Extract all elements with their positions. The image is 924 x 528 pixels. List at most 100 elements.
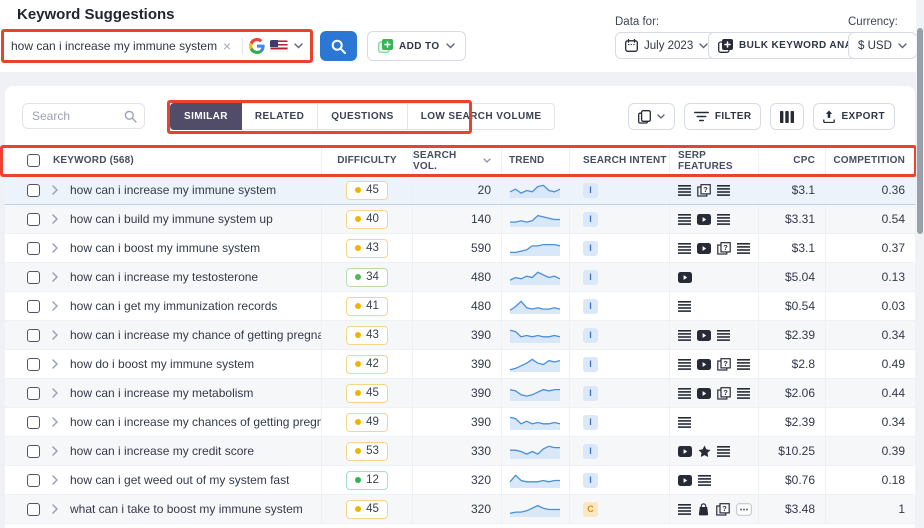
column-header-cpc[interactable]: CPC [758, 146, 825, 175]
tab-related[interactable]: RELATED [241, 103, 319, 130]
column-header-competition[interactable]: COMPETITION [825, 146, 915, 175]
export-icon [823, 110, 836, 123]
expand-chevron-icon[interactable] [52, 359, 58, 369]
expand-chevron-icon[interactable] [52, 185, 58, 195]
keyword-text[interactable]: how can i get my immunization records [70, 299, 277, 313]
trend-sparkline [501, 466, 569, 494]
cpc-value: $3.1 [758, 234, 825, 262]
search-icon [124, 110, 137, 123]
currency-label: Currency: [848, 16, 898, 28]
expand-chevron-icon[interactable] [52, 330, 58, 340]
expand-chevron-icon[interactable] [52, 388, 58, 398]
column-header-volume[interactable]: SEARCH VOL. [413, 150, 480, 172]
chevron-down-icon [445, 43, 455, 49]
expand-chevron-icon[interactable] [52, 504, 58, 514]
filter-button[interactable]: FILTER [683, 103, 762, 130]
results-card: SIMILARRELATEDQUESTIONSLOW SEARCH VOLUME… [5, 86, 915, 528]
cpc-value: $5.04 [758, 263, 825, 291]
search-volume-value: 390 [412, 321, 501, 349]
scrollbar-thumb[interactable] [917, 28, 923, 234]
intent-badge: C [583, 501, 598, 517]
difficulty-badge: 43 [346, 325, 388, 345]
table-search[interactable] [22, 103, 145, 129]
search-volume-value: 330 [412, 437, 501, 465]
serp-video-icon [697, 242, 711, 254]
row-checkbox[interactable] [27, 473, 40, 487]
competition-value: 0.34 [825, 321, 915, 349]
keyword-text[interactable]: how can i increase my credit score [70, 444, 254, 458]
difficulty-badge: 45 [346, 383, 388, 403]
svg-text:?: ? [703, 185, 708, 194]
expand-chevron-icon[interactable] [52, 446, 58, 456]
row-checkbox[interactable] [27, 386, 40, 400]
row-checkbox[interactable] [27, 502, 40, 516]
date-selector[interactable]: July 2023 [615, 32, 719, 59]
serp-bag-icon [697, 502, 710, 516]
date-value: July 2023 [644, 39, 694, 52]
sort-chevron-icon[interactable] [483, 158, 491, 163]
keyword-query-text[interactable]: how can i increase my immune system [11, 39, 218, 53]
chevron-down-icon [699, 42, 708, 49]
tab-low-search-volume[interactable]: LOW SEARCH VOLUME [407, 103, 556, 130]
expand-chevron-icon[interactable] [52, 214, 58, 224]
row-checkbox[interactable] [27, 299, 40, 313]
row-checkbox[interactable] [27, 357, 40, 371]
serp-video-icon [697, 213, 711, 225]
keyword-text[interactable]: how can i increase my immune system [70, 183, 276, 197]
table-search-input[interactable] [23, 109, 124, 123]
keyword-text[interactable]: how do i boost my immune system [70, 357, 254, 371]
keyword-search-bar[interactable]: how can i increase my immune system × [3, 31, 311, 61]
expand-chevron-icon[interactable] [52, 475, 58, 485]
keyword-text[interactable]: what can i take to boost my immune syste… [70, 502, 303, 516]
row-checkbox[interactable] [27, 183, 40, 197]
serp-paa-icon: ? [716, 502, 730, 516]
search-icon [331, 39, 346, 54]
row-checkbox[interactable] [27, 212, 40, 226]
add-to-button[interactable]: ADD TO [367, 31, 466, 61]
column-header-intent[interactable]: SEARCH INTENT [569, 146, 669, 175]
column-header-serp[interactable]: SERP FEATURES [669, 146, 758, 175]
serp-video-icon [697, 387, 711, 399]
expand-chevron-icon[interactable] [52, 243, 58, 253]
row-checkbox[interactable] [27, 241, 40, 255]
column-header-difficulty[interactable]: DIFFICULTY [321, 146, 412, 175]
column-header-keyword[interactable]: KEYWORD (568) [53, 155, 134, 166]
keyword-text[interactable]: how can i increase my testosterone [70, 270, 258, 284]
tab-questions[interactable]: QUESTIONS [318, 103, 408, 130]
export-button[interactable]: EXPORT [813, 103, 895, 130]
serp-features [669, 437, 758, 465]
keyword-text[interactable]: how can i boost my immune system [70, 241, 260, 255]
search-button[interactable] [320, 31, 357, 61]
row-checkbox[interactable] [27, 444, 40, 458]
serp-features: ? [669, 350, 758, 378]
serp-paa-icon: ? [717, 386, 731, 400]
clear-icon[interactable]: × [223, 39, 231, 53]
keyword-text[interactable]: how can i get weed out of my system fast [70, 473, 289, 487]
copy-button[interactable] [627, 103, 675, 130]
difficulty-badge: 41 [346, 296, 388, 316]
expand-chevron-icon[interactable] [52, 272, 58, 282]
serp-features [669, 205, 758, 233]
search-volume-value: 590 [412, 234, 501, 262]
cpc-value: $0.54 [758, 292, 825, 320]
expand-chevron-icon[interactable] [52, 417, 58, 427]
keyword-text[interactable]: how can i increase my metabolism [70, 386, 253, 400]
serp-lines-icon [678, 184, 691, 196]
keyword-text[interactable]: how can i increase my chances of getting… [70, 415, 321, 429]
row-checkbox[interactable] [27, 270, 40, 284]
intent-badge: I [583, 269, 598, 285]
tab-similar[interactable]: SIMILAR [170, 103, 242, 130]
currency-selector[interactable]: $ USD [848, 32, 917, 59]
row-checkbox[interactable] [27, 415, 40, 429]
search-volume-value: 480 [412, 292, 501, 320]
intent-badge: I [583, 443, 598, 459]
chevron-down-icon[interactable] [294, 43, 303, 49]
serp-video-icon [697, 358, 711, 370]
keyword-text[interactable]: how can i increase my chance of getting … [70, 328, 321, 342]
keyword-text[interactable]: how can i build my immune system up [70, 212, 273, 226]
row-checkbox[interactable] [27, 328, 40, 342]
expand-chevron-icon[interactable] [52, 301, 58, 311]
trend-sparkline [501, 350, 569, 378]
select-all-checkbox[interactable] [27, 154, 40, 167]
columns-button[interactable] [770, 103, 805, 130]
